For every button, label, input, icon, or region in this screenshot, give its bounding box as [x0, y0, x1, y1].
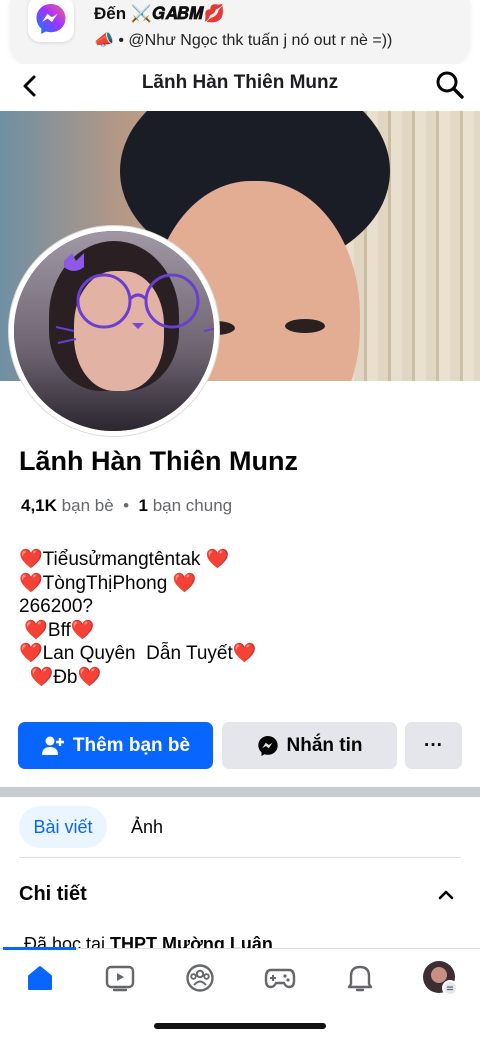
profile-bio: ❤️Tiểusửmangtêntak ❤️ ❤️TòngThịPhong ❤️ … — [19, 549, 257, 688]
top-bar: Lãnh Hàn Thiên Munz — [0, 64, 480, 110]
gaming-icon[interactable] — [262, 962, 298, 994]
section-divider — [0, 787, 480, 797]
chevron-up-icon[interactable] — [436, 885, 456, 905]
message-button[interactable]: Nhắn tin — [222, 722, 397, 769]
tab-photos[interactable]: Ảnh — [112, 806, 182, 848]
details-heading: Chi tiết — [19, 883, 87, 905]
home-indicator — [154, 1023, 326, 1029]
active-tab-indicator — [3, 947, 76, 950]
profile-name: Lãnh Hàn Thiên Munz — [19, 446, 298, 476]
add-friend-label: Thêm bạn bè — [72, 734, 191, 756]
notification-body: 📣 • @Như Ngọc thk tuấn j nó out r nè =)) — [94, 32, 393, 49]
mutual-label[interactable]: bạn chung — [153, 496, 232, 515]
cover-eye — [285, 319, 325, 333]
page-title: Lãnh Hàn Thiên Munz — [141, 72, 339, 93]
video-icon[interactable] — [102, 962, 138, 994]
tab-divider — [19, 857, 461, 858]
add-friend-button[interactable]: Thêm bạn bè — [18, 722, 213, 769]
stats-separator: • — [123, 496, 130, 515]
profile-avatar[interactable] — [14, 231, 214, 431]
mutual-count[interactable]: 1 — [139, 496, 148, 515]
friends-count[interactable]: 4,1K — [21, 496, 57, 515]
home-icon[interactable] — [22, 962, 58, 994]
notifications-icon[interactable] — [342, 962, 378, 994]
cat-glasses-sticker — [55, 253, 214, 344]
message-label: Nhắn tin — [286, 734, 363, 756]
profile-avatar[interactable] — [422, 960, 458, 996]
notification-banner[interactable]: Đến ⚔️𝑮𝑨𝑩𝑴💋 📣 • @Như Ngọc thk tuấn j nó … — [10, 0, 470, 64]
friend-stats: 4,1K bạn bè • 1 bạn chung — [21, 496, 232, 516]
more-icon: ··· — [424, 734, 443, 756]
add-friend-icon — [41, 736, 64, 755]
friends-label[interactable]: bạn bè — [62, 496, 114, 515]
messenger-icon — [28, 0, 74, 42]
groups-icon[interactable] — [182, 962, 218, 994]
messenger-icon — [257, 735, 278, 756]
more-options-button[interactable]: ··· — [405, 722, 462, 769]
search-icon[interactable] — [434, 69, 466, 101]
notification-title: Đến ⚔️𝑮𝑨𝑩𝑴💋 — [94, 4, 225, 23]
tab-posts[interactable]: Bài viết — [19, 806, 107, 848]
